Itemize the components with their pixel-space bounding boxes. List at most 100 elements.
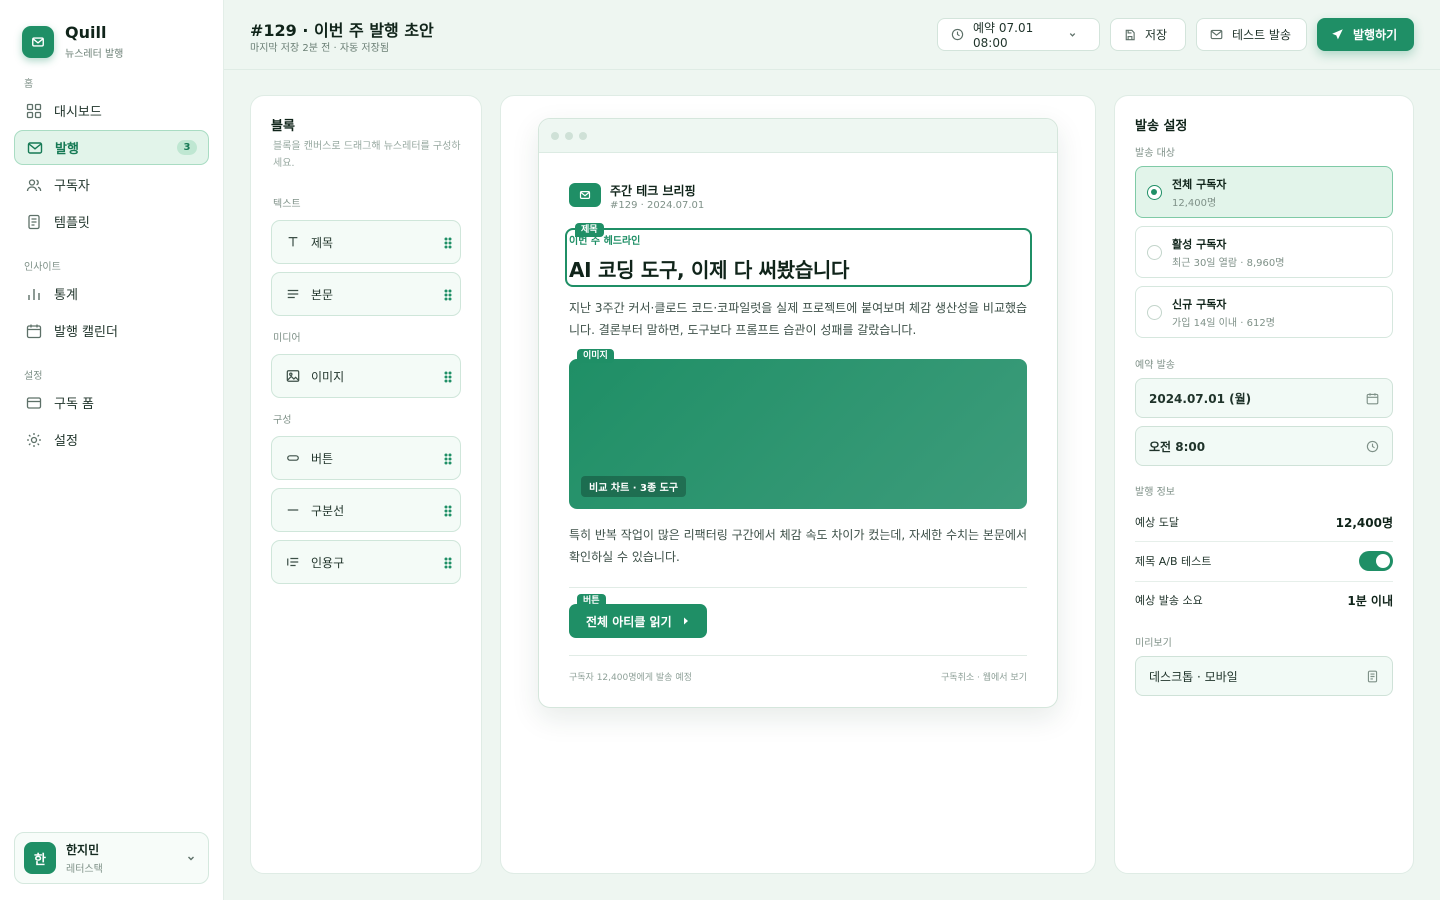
audience-option-all[interactable]: 전체 구독자 12,400명 bbox=[1135, 166, 1393, 218]
sidebar-item-publish[interactable]: 발행 3 bbox=[14, 130, 209, 165]
block-paragraph[interactable]: 본문 bbox=[271, 272, 461, 316]
brand[interactable]: Quill 뉴스레터 발행 bbox=[22, 24, 123, 60]
ab-test-toggle[interactable] bbox=[1359, 551, 1393, 571]
sidebar-item-subscribe-form[interactable]: 구독 폼 bbox=[14, 385, 209, 420]
block-divider[interactable]: 구분선 bbox=[271, 488, 461, 532]
headline[interactable]: AI 코딩 도구, 이제 다 써봤습니다 bbox=[569, 254, 849, 283]
arrow-right-icon bbox=[684, 617, 688, 625]
grid-icon bbox=[26, 103, 42, 119]
calendar-icon bbox=[26, 323, 42, 339]
blocks-description: 블록을 캔버스로 드래그해 뉴스레터를 구성하세요. bbox=[273, 141, 461, 169]
block-tag-image: 이미지 bbox=[577, 349, 614, 363]
drag-handle-icon[interactable] bbox=[444, 505, 452, 517]
audience-name: 활성 구독자 bbox=[1172, 238, 1227, 251]
sidebar-item-settings[interactable]: 설정 bbox=[14, 422, 209, 457]
nav-section-settings: 설정 bbox=[24, 371, 43, 382]
reach-value: 12,400명 bbox=[1335, 515, 1393, 530]
sidebar-item-label: 구독자 bbox=[54, 179, 90, 194]
body-paragraph[interactable]: 특히 반복 작업이 많은 리팩터링 구간에서 체감 속도 차이가 컸는데, 자세… bbox=[569, 524, 1029, 568]
sidebar-item-templates[interactable]: 템플릿 bbox=[14, 204, 209, 239]
block-image[interactable]: 이미지 bbox=[271, 354, 461, 398]
reach-label: 예상 도달 bbox=[1135, 516, 1179, 529]
schedule-dropdown[interactable]: 예약 07.01 08:00 bbox=[937, 18, 1100, 51]
drag-handle-icon[interactable] bbox=[444, 237, 452, 249]
audience-desc: 12,400명 bbox=[1172, 198, 1217, 209]
cta-button[interactable]: 전체 아티클 읽기 bbox=[569, 604, 707, 638]
gear-icon bbox=[26, 432, 42, 448]
newsletter-mail-icon bbox=[569, 183, 601, 207]
audience-option-new[interactable]: 신규 구독자 가입 14일 이내 · 612명 bbox=[1135, 286, 1393, 338]
sidebar-item-label: 설정 bbox=[54, 434, 78, 449]
publish-label: 발행하기 bbox=[1353, 28, 1398, 42]
nav-section-home: 홈 bbox=[24, 79, 34, 90]
block-group-text: 텍스트 bbox=[273, 199, 301, 210]
chevron-down-icon bbox=[1068, 30, 1086, 39]
app-subtitle: 뉴스레터 발행 bbox=[65, 49, 124, 60]
block-label: 이미지 bbox=[311, 369, 345, 384]
document-icon bbox=[1367, 670, 1378, 683]
send-icon bbox=[1331, 28, 1353, 41]
sidebar-item-label: 통계 bbox=[54, 288, 78, 303]
audience-option-active[interactable]: 활성 구독자 최근 30일 열람 · 8,960명 bbox=[1135, 226, 1393, 278]
block-button[interactable]: 버튼 bbox=[271, 436, 461, 480]
audience-desc: 최근 30일 열람 · 8,960명 bbox=[1172, 258, 1285, 269]
footer-links[interactable]: 구독취소 · 웹에서 보기 bbox=[941, 670, 1027, 683]
test-send-button[interactable]: 테스트 발송 bbox=[1196, 18, 1307, 51]
radio-selected[interactable] bbox=[1147, 185, 1162, 200]
block-quote[interactable]: 인용구 bbox=[271, 540, 461, 584]
save-status: 마지막 저장 2분 전 · 자동 저장됨 bbox=[250, 43, 390, 54]
issue-number: #129 · 2024.07.01 bbox=[610, 200, 705, 211]
topbar: #129 · 이번 주 발행 초안 마지막 저장 2분 전 · 자동 저장됨 예… bbox=[224, 0, 1440, 70]
sidebar-item-label: 발행 bbox=[55, 142, 79, 157]
block-label: 인용구 bbox=[311, 555, 345, 570]
chevron-down-icon bbox=[186, 853, 196, 863]
form-icon bbox=[26, 395, 42, 411]
publish-button[interactable]: 발행하기 bbox=[1317, 18, 1414, 51]
intro-paragraph[interactable]: 지난 3주간 커서·클로드 코드·코파일럿을 실제 프로젝트에 붙여보며 체감 … bbox=[569, 297, 1029, 341]
sidebar-item-label: 구독 폼 bbox=[54, 397, 95, 412]
test-send-label: 테스트 발송 bbox=[1232, 28, 1292, 42]
quote-icon bbox=[287, 557, 299, 567]
hero-image[interactable]: 비교 차트 · 3종 도구 bbox=[569, 359, 1027, 509]
page-title: #129 · 이번 주 발행 초안 bbox=[250, 21, 434, 40]
save-button[interactable]: 저장 bbox=[1110, 18, 1186, 51]
save-icon bbox=[1124, 29, 1145, 41]
preview-label: 미리보기 bbox=[1135, 638, 1172, 649]
info-label: 발행 정보 bbox=[1135, 487, 1175, 498]
user-menu[interactable]: 한 한지민 레터스택 bbox=[14, 832, 209, 884]
duration-label: 예상 발송 소요 bbox=[1135, 594, 1203, 607]
user-role: 레터스택 bbox=[66, 864, 103, 875]
send-settings-title: 발송 설정 bbox=[1135, 119, 1188, 134]
sidebar: Quill 뉴스레터 발행 홈 대시보드 발행 3 구독자 템플릿 인사이트 통… bbox=[0, 0, 224, 900]
radio[interactable] bbox=[1147, 245, 1162, 260]
nav-section-insights: 인사이트 bbox=[24, 262, 61, 273]
send-settings-panel: 발송 설정 발송 대상 전체 구독자 12,400명 활성 구독자 최근 30일… bbox=[1114, 95, 1414, 874]
clock-icon bbox=[1366, 440, 1379, 453]
block-group-media: 미디어 bbox=[273, 333, 301, 344]
block-label: 제목 bbox=[311, 235, 334, 250]
sidebar-item-stats[interactable]: 통계 bbox=[14, 276, 209, 311]
sidebar-item-dashboard[interactable]: 대시보드 bbox=[14, 93, 209, 128]
radio[interactable] bbox=[1147, 305, 1162, 320]
block-label: 본문 bbox=[311, 287, 334, 302]
mail-icon bbox=[1210, 28, 1232, 41]
newsletter-name: 주간 테크 브리핑 bbox=[610, 184, 696, 198]
drag-handle-icon[interactable] bbox=[444, 453, 452, 465]
canvas-panel: 주간 테크 브리핑 #129 · 2024.07.01 이번 주 헤드라인 제목… bbox=[500, 95, 1096, 874]
block-label: 버튼 bbox=[311, 451, 334, 466]
time-field[interactable]: 오전 8:00 bbox=[1135, 426, 1393, 466]
drag-handle-icon[interactable] bbox=[444, 289, 452, 301]
blocks-title: 블록 bbox=[271, 119, 295, 134]
image-caption: 비교 차트 · 3종 도구 bbox=[581, 476, 687, 497]
block-heading[interactable]: 제목 bbox=[271, 220, 461, 264]
audience-name: 전체 구독자 bbox=[1172, 178, 1227, 191]
date-value: 2024.07.01 (월) bbox=[1149, 391, 1252, 406]
date-field[interactable]: 2024.07.01 (월) bbox=[1135, 378, 1393, 418]
preview-field[interactable]: 데스크톱 · 모바일 bbox=[1135, 656, 1393, 696]
drag-handle-icon[interactable] bbox=[444, 557, 452, 569]
sidebar-item-calendar[interactable]: 발행 캘린더 bbox=[14, 313, 209, 348]
divider-icon bbox=[287, 509, 299, 511]
sidebar-item-subscribers[interactable]: 구독자 bbox=[14, 167, 209, 202]
drag-handle-icon[interactable] bbox=[444, 371, 452, 383]
ab-test-label: 제목 A/B 테스트 bbox=[1135, 555, 1212, 568]
